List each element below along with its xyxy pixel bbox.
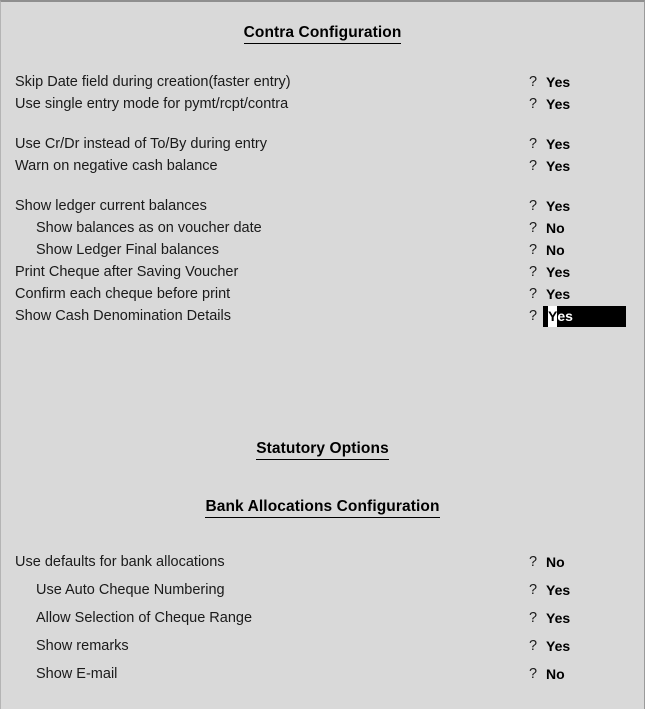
section-heading-contra: Contra Configuration: [1, 24, 644, 44]
option-value-auto-cheque-numbering[interactable]: Yes: [546, 580, 570, 601]
option-row-cheque-range[interactable]: Allow Selection of Cheque Range ? Yes: [1, 608, 644, 629]
option-value-ledger-final-balances[interactable]: No: [546, 240, 565, 261]
configuration-screen: Contra Configuration Skip Date field dur…: [0, 0, 645, 709]
option-prompt-single-entry-mode: ?: [529, 96, 538, 112]
option-prompt-auto-cheque-numbering: ?: [529, 582, 538, 598]
section-heading-statutory-text: Statutory Options: [256, 440, 389, 460]
option-prompt-bank-defaults: ?: [529, 554, 538, 570]
option-label-cheque-range: Allow Selection of Cheque Range: [36, 610, 253, 626]
option-value-confirm-cheque[interactable]: Yes: [546, 284, 570, 305]
option-label-ledger-final-balances: Show Ledger Final balances: [36, 242, 219, 258]
option-row-ledger-current-balances[interactable]: Show ledger current balances ? Yes: [1, 196, 644, 217]
option-row-skip-date[interactable]: Skip Date field during creation(faster e…: [1, 72, 644, 93]
option-value-print-cheque[interactable]: Yes: [546, 262, 570, 283]
section-heading-bank-allocations-text: Bank Allocations Configuration: [205, 498, 440, 518]
option-value-cash-denomination-rest: es: [557, 308, 573, 324]
option-row-show-email[interactable]: Show E-mail ? No: [1, 664, 644, 685]
option-row-bank-defaults[interactable]: Use defaults for bank allocations ? No: [1, 552, 644, 573]
option-prompt-ledger-final-balances: ?: [529, 242, 538, 258]
option-prompt-warn-negative-cash: ?: [529, 158, 538, 174]
option-label-cash-denomination: Show Cash Denomination Details: [15, 308, 231, 324]
option-label-print-cheque: Print Cheque after Saving Voucher: [15, 264, 239, 280]
option-prompt-print-cheque: ?: [529, 264, 538, 280]
option-label-show-remarks: Show remarks: [36, 638, 129, 654]
option-value-cheque-range[interactable]: Yes: [546, 608, 570, 629]
option-row-cash-denomination[interactable]: Show Cash Denomination Details ? Yes: [1, 306, 644, 327]
option-prompt-confirm-cheque: ?: [529, 286, 538, 302]
option-label-warn-negative-cash: Warn on negative cash balance: [15, 158, 218, 174]
option-value-balances-voucher-date[interactable]: No: [546, 218, 565, 239]
option-value-skip-date[interactable]: Yes: [546, 72, 570, 93]
option-label-balances-voucher-date: Show balances as on voucher date: [36, 220, 262, 236]
option-value-show-remarks[interactable]: Yes: [546, 636, 570, 657]
option-label-cr-dr: Use Cr/Dr instead of To/By during entry: [15, 136, 267, 152]
option-prompt-show-email: ?: [529, 666, 538, 682]
option-prompt-balances-voucher-date: ?: [529, 220, 538, 236]
option-label-single-entry-mode: Use single entry mode for pymt/rcpt/cont…: [15, 96, 289, 112]
option-row-warn-negative-cash[interactable]: Warn on negative cash balance ? Yes: [1, 156, 644, 177]
option-value-cash-denomination[interactable]: Yes: [548, 306, 573, 327]
option-label-confirm-cheque: Confirm each cheque before print: [15, 286, 231, 302]
option-row-show-remarks[interactable]: Show remarks ? Yes: [1, 636, 644, 657]
option-row-ledger-final-balances[interactable]: Show Ledger Final balances ? No: [1, 240, 644, 261]
option-prompt-skip-date: ?: [529, 74, 538, 90]
option-value-single-entry-mode[interactable]: Yes: [546, 94, 570, 115]
option-prompt-cash-denomination: ?: [529, 308, 538, 324]
section-heading-bank-allocations: Bank Allocations Configuration: [1, 498, 644, 518]
configuration-panel: Contra Configuration Skip Date field dur…: [1, 2, 644, 709]
option-value-show-email[interactable]: No: [546, 664, 565, 685]
option-label-auto-cheque-numbering: Use Auto Cheque Numbering: [36, 582, 225, 598]
option-prompt-cr-dr: ?: [529, 136, 538, 152]
option-row-cr-dr[interactable]: Use Cr/Dr instead of To/By during entry …: [1, 134, 644, 155]
option-prompt-show-remarks: ?: [529, 638, 538, 654]
option-value-warn-negative-cash[interactable]: Yes: [546, 156, 570, 177]
option-row-single-entry-mode[interactable]: Use single entry mode for pymt/rcpt/cont…: [1, 94, 644, 115]
option-label-skip-date: Skip Date field during creation(faster e…: [15, 74, 291, 90]
option-row-confirm-cheque[interactable]: Confirm each cheque before print ? Yes: [1, 284, 644, 305]
option-value-ledger-current-balances[interactable]: Yes: [546, 196, 570, 217]
option-value-bank-defaults[interactable]: No: [546, 552, 565, 573]
option-label-show-email: Show E-mail: [36, 666, 118, 682]
option-prompt-ledger-current-balances: ?: [529, 198, 538, 214]
section-heading-statutory: Statutory Options: [1, 440, 644, 460]
option-label-bank-defaults: Use defaults for bank allocations: [15, 554, 225, 570]
section-heading-contra-text: Contra Configuration: [243, 24, 402, 44]
option-row-print-cheque[interactable]: Print Cheque after Saving Voucher ? Yes: [1, 262, 644, 283]
option-label-ledger-current-balances: Show ledger current balances: [15, 198, 207, 214]
option-value-cr-dr[interactable]: Yes: [546, 134, 570, 155]
option-row-auto-cheque-numbering[interactable]: Use Auto Cheque Numbering ? Yes: [1, 580, 644, 601]
text-cursor: Y: [548, 306, 558, 327]
option-row-balances-voucher-date[interactable]: Show balances as on voucher date ? No: [1, 218, 644, 239]
option-prompt-cheque-range: ?: [529, 610, 538, 626]
